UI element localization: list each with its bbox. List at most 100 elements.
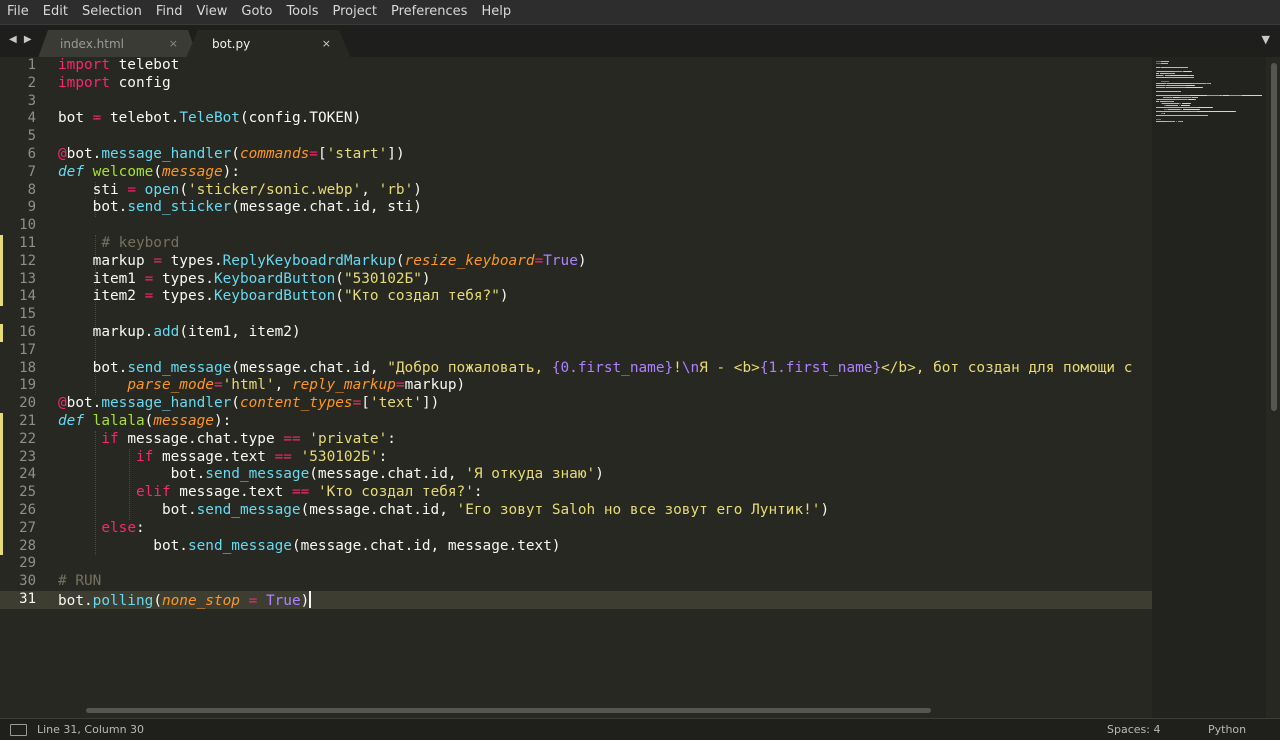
modified-line-marker xyxy=(0,484,3,502)
minimap[interactable] xyxy=(1152,57,1266,718)
modified-line-marker xyxy=(0,270,3,289)
code-token: ): xyxy=(213,413,232,429)
code-token: ) xyxy=(421,270,431,287)
code-token: send_message xyxy=(187,537,292,554)
console-toggle-icon[interactable] xyxy=(10,724,27,736)
code-token: = xyxy=(248,593,258,609)
minimap-stroke xyxy=(1210,83,1212,84)
line-number: 12 xyxy=(19,252,36,269)
code-token: bot. xyxy=(66,146,102,162)
minimap-stroke xyxy=(1180,115,1209,116)
minimap-stroke xyxy=(1176,121,1177,122)
code-token: "530102Б" xyxy=(343,270,422,287)
code-line: import telebot xyxy=(58,57,179,75)
minimap-stroke xyxy=(1168,91,1182,92)
tab-close-icon[interactable]: × xyxy=(169,30,178,58)
menu-item-goto[interactable]: Goto xyxy=(234,0,279,24)
code-token: TeleBot xyxy=(179,110,240,127)
code-editor[interactable]: 1 2 3 4 5 6 7 8 9 10 11 12 13 14 15 16 17 18 19 20 21 22 23 24 2… xyxy=(0,57,1280,718)
code-line: import config xyxy=(58,75,171,93)
tab-label: bot.py xyxy=(212,37,251,51)
modified-line-marker xyxy=(0,466,3,485)
code-token: (message.chat.id, sti) xyxy=(231,199,422,216)
line-number: 18 xyxy=(19,359,36,376)
code-line: def welcome(message): xyxy=(58,164,240,182)
code-token: if xyxy=(101,430,119,447)
tab-nav-arrows-icon[interactable]: ◀ ▶ xyxy=(9,34,34,45)
line-number: 26 xyxy=(19,502,36,518)
minimap-stroke xyxy=(1175,67,1188,68)
minimap-stroke xyxy=(1185,85,1194,86)
code-token: </b>, бот создан для помощи с xyxy=(881,359,1133,376)
minimap-stroke xyxy=(1179,103,1182,104)
tab-close-icon[interactable]: × xyxy=(322,30,331,58)
code-token: message xyxy=(153,413,214,429)
minimap-stroke xyxy=(1156,85,1165,86)
menu-item-file[interactable]: File xyxy=(0,0,36,24)
minimap-stroke xyxy=(1166,121,1175,122)
code-token: "Добро пожаловать, xyxy=(387,359,552,376)
code-token: @ xyxy=(58,395,67,412)
code-token: 'html' xyxy=(222,377,275,394)
code-token: def xyxy=(58,413,84,429)
indentation-setting[interactable]: Spaces: 4 xyxy=(1107,719,1160,740)
line-number: 21 xyxy=(19,413,36,429)
code-line: sti = open('sticker/sonic.webp', 'rb') xyxy=(58,182,422,200)
line-number: 31 xyxy=(19,591,36,607)
code-token: parse_mode xyxy=(127,377,214,394)
code-line: bot.send_message(message.chat.id, "Добро… xyxy=(58,359,1133,378)
code-line: elif message.text == 'Кто создал тебя?': xyxy=(58,484,483,502)
code-token: ReplyKeyboadrdMarkup xyxy=(222,252,396,269)
tab-index-html[interactable]: index.html × xyxy=(38,30,198,58)
minimap-stroke xyxy=(1172,87,1185,88)
horizontal-scrollbar-thumb[interactable] xyxy=(86,708,931,713)
code-token: item2 xyxy=(58,288,145,305)
menu-item-find[interactable]: Find xyxy=(149,0,190,24)
cursor-position: Line 31, Column 30 xyxy=(37,723,145,736)
syntax-selector[interactable]: Python xyxy=(1208,719,1246,740)
minimap-stroke xyxy=(1163,75,1165,76)
line-number: 15 xyxy=(19,306,36,323)
code-token: bot. xyxy=(58,502,197,518)
vertical-scrollbar-thumb[interactable] xyxy=(1271,63,1277,411)
menu-item-project[interactable]: Project xyxy=(325,0,383,24)
tab-list-dropdown-icon[interactable]: ▼ xyxy=(1262,33,1270,46)
menu-item-selection[interactable]: Selection xyxy=(75,0,149,24)
code-token: ]) xyxy=(387,146,405,162)
minimap-stroke xyxy=(1163,97,1173,98)
code-token: else xyxy=(101,519,136,536)
code-token: lalala xyxy=(92,413,145,429)
line-number: 5 xyxy=(27,128,36,145)
code-token: == xyxy=(291,484,310,501)
code-token: 'text' xyxy=(369,395,422,412)
minimap-stroke xyxy=(1172,85,1185,86)
tab-bot-py[interactable]: bot.py × xyxy=(186,30,351,58)
menu-item-view[interactable]: View xyxy=(190,0,235,24)
vertical-scrollbar[interactable] xyxy=(1268,57,1280,718)
code-token: : xyxy=(378,448,388,465)
code-token: ( xyxy=(153,163,162,180)
code-token: 'sticker/sonic.webp' xyxy=(187,181,362,198)
code-token: '530102Б' xyxy=(300,448,379,465)
code-token: # keybord xyxy=(101,235,180,251)
code-token: message_handler xyxy=(101,146,232,162)
code-line: bot = telebot.TeleBot(config.TOKEN) xyxy=(58,110,361,128)
horizontal-scrollbar[interactable] xyxy=(44,705,1152,715)
code-token: {0.first_name} xyxy=(551,359,674,376)
minimap-stroke xyxy=(1241,95,1262,96)
code-token: 'Я откуда знаю' xyxy=(465,466,596,483)
minimap-stroke xyxy=(1156,115,1170,116)
menu-item-edit[interactable]: Edit xyxy=(36,0,75,24)
code-line: markup = types.ReplyKeyboadrdMarkup(resi… xyxy=(58,253,587,271)
code-token: ): xyxy=(222,163,240,180)
code-area[interactable]: import telebot import config bot = telebot… xyxy=(58,57,1158,718)
menu-item-tools[interactable]: Tools xyxy=(279,0,325,24)
code-line: markup.add(item1, item2) xyxy=(58,324,301,342)
menu-item-help[interactable]: Help xyxy=(474,0,518,24)
minimap-stroke xyxy=(1156,83,1166,84)
minimap-stroke xyxy=(1193,75,1195,76)
line-number: 3 xyxy=(27,92,36,109)
code-token: markup xyxy=(58,252,154,269)
menu-item-preferences[interactable]: Preferences xyxy=(384,0,474,24)
